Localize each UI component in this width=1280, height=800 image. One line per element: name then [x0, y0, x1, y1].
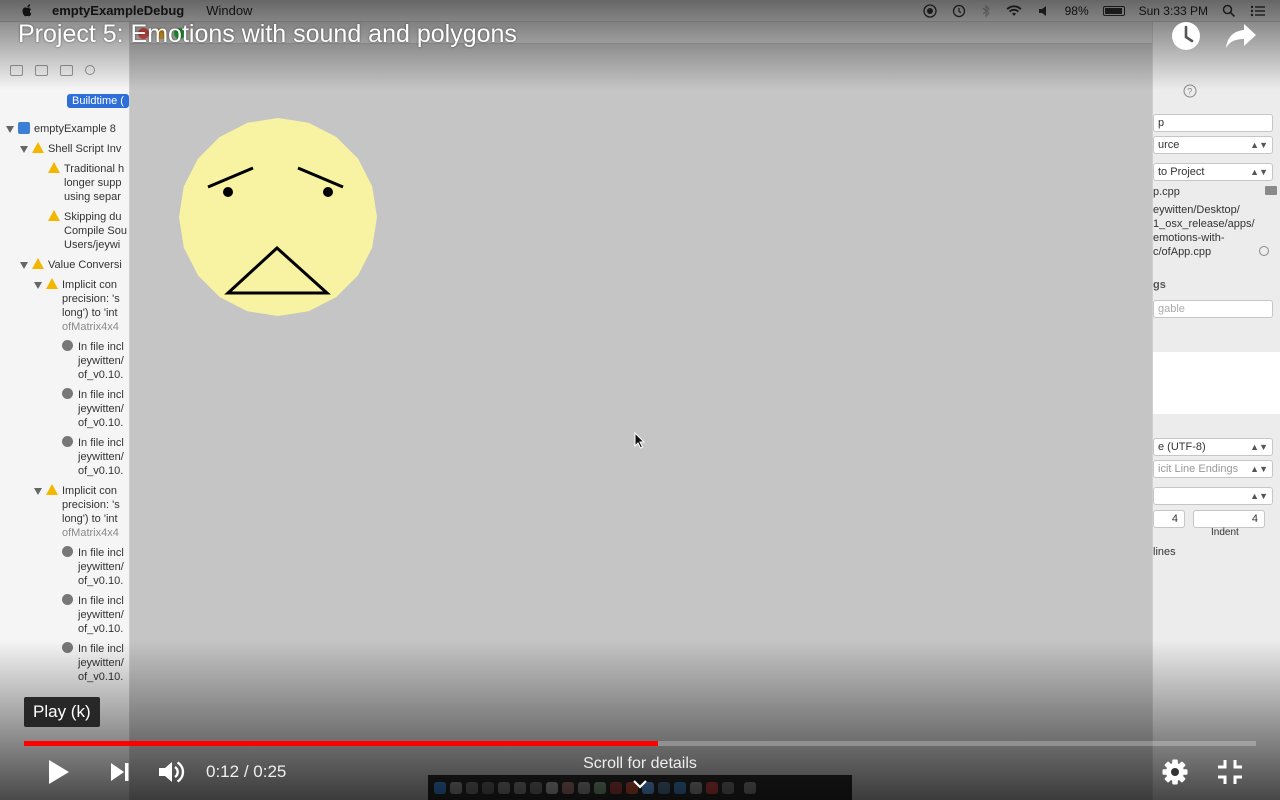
help-icon[interactable]: ?: [1183, 84, 1197, 98]
folder-icon[interactable]: [10, 64, 23, 76]
warning-icon: [46, 484, 58, 495]
nav-note-item[interactable]: In file incl jeywitten/ of_v0.10.: [62, 642, 124, 684]
text-encoding-select[interactable]: e (UTF-8) ▲▼: [1153, 438, 1273, 456]
nav-note-item[interactable]: In file incl jeywitten/ of_v0.10.: [62, 388, 124, 430]
tab-width-field[interactable]: 4: [1153, 510, 1185, 528]
name-field[interactable]: p: [1153, 114, 1273, 132]
exit-fullscreen-button[interactable]: [1210, 752, 1250, 792]
mouse-cursor-icon: [634, 432, 646, 449]
bluetooth-icon[interactable]: [981, 4, 991, 18]
status-area: 98% Sun 3:33 PM: [922, 3, 1280, 18]
clock[interactable]: Sun 3:33 PM: [1139, 4, 1208, 18]
battery-percent[interactable]: 98%: [1065, 4, 1089, 18]
file-inspector: ? p urce ▲▼ to Project ▲▼ p.cpp eywitten/D…: [1152, 22, 1280, 800]
sound-icon[interactable]: [1037, 4, 1051, 18]
target-membership-list[interactable]: [1153, 352, 1280, 414]
scroll-for-details[interactable]: Scroll for details: [0, 755, 1280, 773]
exit-fullscreen-icon: [1218, 760, 1242, 784]
type-select[interactable]: urce ▲▼: [1153, 136, 1273, 154]
nav-issue-item[interactable]: Implicit con precision: 's long') to 'in…: [34, 484, 120, 540]
time-machine-icon[interactable]: [951, 4, 967, 18]
notification-center-icon[interactable]: [1250, 4, 1266, 18]
nav-group-value-conversion[interactable]: Value Conversi: [20, 258, 122, 272]
info-icon: [62, 594, 73, 605]
spotlight-search-icon[interactable]: [1222, 4, 1236, 18]
nav-note-item[interactable]: In file incl jeywitten/ of_v0.10.: [62, 546, 124, 588]
nav-note-item[interactable]: In file incl jeywitten/ of_v0.10.: [62, 594, 124, 636]
issue-navigator: Buildtime ( emptyExample 8 Shell Script …: [0, 22, 130, 800]
info-icon: [62, 388, 73, 399]
full-path: eywitten/Desktop/ 1_osx_release/apps/ em…: [1153, 204, 1255, 258]
nav-project-row[interactable]: emptyExample 8: [6, 122, 116, 136]
nav-issue-item[interactable]: Traditional h longer supp using separ: [48, 162, 124, 204]
hierarchy-icon[interactable]: [60, 64, 73, 76]
mac-menu-bar: emptyExampleDebug Window 98% Sun 3:33 PM: [0, 0, 1280, 22]
play-tooltip: Play (k): [24, 697, 100, 727]
progress-bar[interactable]: [24, 741, 1256, 746]
player-controls: 0:12 / 0:25 Scroll for details: [0, 752, 1280, 796]
indent-using-select[interactable]: ▲▼: [1153, 487, 1273, 505]
record-icon[interactable]: [922, 3, 937, 18]
settings-button[interactable]: [1156, 752, 1194, 792]
warning-icon: [32, 258, 44, 269]
location-select[interactable]: to Project ▲▼: [1153, 163, 1273, 181]
warning-icon: [46, 278, 58, 289]
info-icon: [62, 436, 73, 447]
settings-icon: [1162, 759, 1188, 785]
source-control-icon[interactable]: [35, 64, 48, 76]
apple-icon[interactable]: [20, 3, 34, 18]
progress-played: [24, 741, 659, 746]
app-window: [130, 22, 1152, 800]
warning-icon: [32, 142, 44, 153]
battery-icon[interactable]: [1102, 5, 1125, 16]
wifi-icon[interactable]: [1005, 4, 1023, 18]
localize-field[interactable]: gable: [1153, 300, 1273, 318]
video-frame[interactable]: emptyExampleDebug Window 98% Sun 3:33 PM…: [0, 0, 1280, 800]
nav-note-item[interactable]: In file incl jeywitten/ of_v0.10.: [62, 436, 124, 478]
app-name[interactable]: emptyExampleDebug: [52, 3, 184, 18]
watch-later-icon[interactable]: [1170, 20, 1202, 52]
svg-text:?: ?: [1188, 87, 1193, 97]
right-eye: [323, 187, 333, 197]
find-icon[interactable]: [85, 65, 95, 75]
menu-window[interactable]: Window: [206, 3, 252, 18]
warning-icon: [48, 210, 60, 221]
xcode-project-icon: [18, 122, 30, 134]
share-icon[interactable]: [1224, 20, 1258, 52]
nav-group-shell-script[interactable]: Shell Script Inv: [20, 142, 121, 156]
app-canvas[interactable]: [130, 44, 1152, 800]
nav-issue-item[interactable]: Implicit con precision: 's long') to 'in…: [34, 278, 120, 334]
indent-label: Indent: [1211, 527, 1239, 538]
section-label: gs: [1153, 279, 1166, 291]
buildtime-button[interactable]: Buildtime (: [67, 94, 129, 108]
nav-issue-item[interactable]: Skipping du Compile Sou Users/jeywi: [48, 210, 127, 252]
info-icon: [62, 340, 73, 351]
info-icon: [62, 642, 73, 653]
reveal-arrow-icon[interactable]: [1259, 246, 1269, 256]
file-name: p.cpp: [1153, 186, 1180, 198]
left-eye: [223, 187, 233, 197]
info-icon: [62, 546, 73, 557]
face-polygon: [179, 118, 377, 316]
video-title[interactable]: Project 5: Emotions with sound and polyg…: [18, 20, 517, 49]
folder-reveal-icon[interactable]: [1265, 186, 1277, 195]
face-drawing: [179, 118, 377, 316]
line-endings-select[interactable]: icit Line Endings ▲▼: [1153, 460, 1273, 478]
wrap-lines-label: lines: [1153, 546, 1176, 558]
chevron-down-icon[interactable]: [632, 779, 648, 789]
nav-note-item[interactable]: In file incl jeywitten/ of_v0.10.: [62, 340, 124, 382]
warning-icon: [48, 162, 60, 173]
